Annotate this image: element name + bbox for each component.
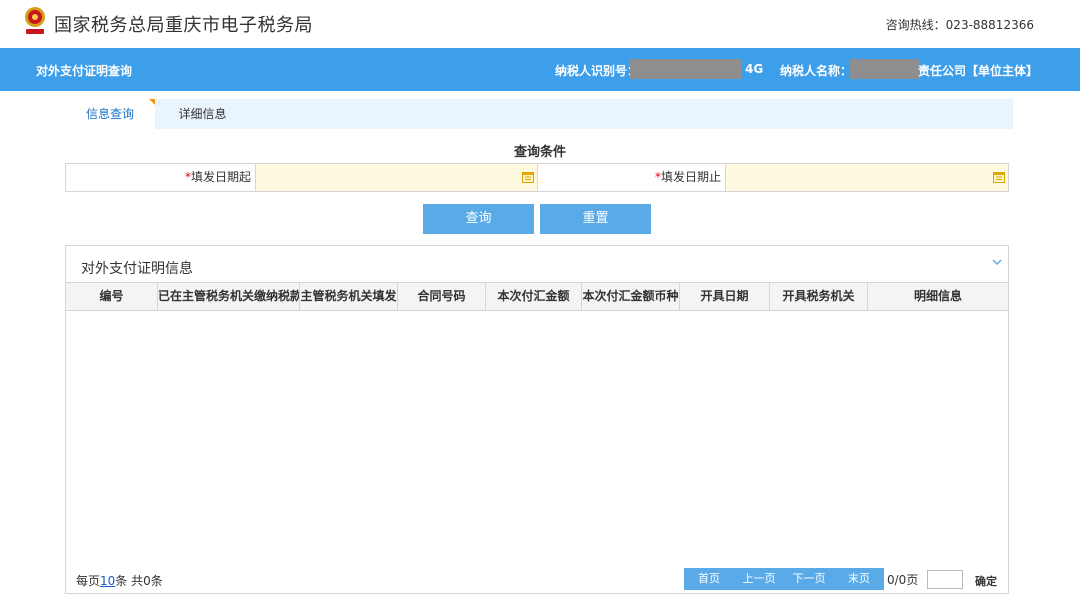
column-header: 开具税务机关 <box>770 283 868 310</box>
site-title: 国家税务总局重庆市电子税务局 <box>54 15 313 36</box>
info-bar: 对外支付证明查询 纳税人识别号： 4G 纳税人名称： 责任公司【单位主体】 <box>0 48 1080 91</box>
chevron-down-icon[interactable] <box>992 258 1002 266</box>
reset-button[interactable]: 重置 <box>540 204 651 234</box>
calendar-icon[interactable] <box>993 171 1005 183</box>
date-from-field <box>256 164 538 191</box>
redacted-taxpayer-id <box>630 59 742 79</box>
date-to-label: *填发日期止 <box>538 164 726 191</box>
page-count: 0/0页 <box>887 573 919 587</box>
page-name: 对外支付证明查询 <box>36 64 133 78</box>
total-count-text: 条 共0条 <box>115 574 163 588</box>
result-panel-title: 对外支付证明信息 <box>81 261 193 277</box>
first-page-button[interactable]: 首页 <box>684 568 734 590</box>
query-form: *填发日期起 *填发日期止 <box>65 163 1009 192</box>
column-header: 合同号码 <box>398 283 486 310</box>
goto-page-input[interactable] <box>927 570 963 589</box>
per-page-prefix: 每页 <box>76 574 101 588</box>
taxpayer-name-label: 纳税人名称： <box>780 64 853 78</box>
next-page-button[interactable]: 下一页 <box>784 568 834 590</box>
column-header: 本次付汇金额币种 <box>582 283 680 310</box>
hotline-text: 咨询热线：023-88812366 <box>885 18 1034 32</box>
taxpayer-name-suffix: 责任公司【单位主体】 <box>918 64 1039 78</box>
date-to-field <box>726 164 1008 191</box>
tab-details[interactable]: 详细信息 <box>155 99 250 129</box>
date-to-label-text: 填发日期止 <box>660 170 721 184</box>
result-panel: 对外支付证明信息 编号 已在主管税务机关缴纳税款 主管税务机关填发 合同号码 本… <box>65 245 1009 594</box>
column-header: 明细信息 <box>913 289 962 303</box>
tab-info-query[interactable]: 信息查询 <box>65 99 155 129</box>
table-header: 编号 已在主管税务机关缴纳税款 主管税务机关填发 合同号码 本次付汇金额 本次付… <box>66 282 1008 311</box>
column-header: 本次付汇金额 <box>486 283 582 310</box>
goto-confirm-button[interactable]: 确定 <box>975 573 997 589</box>
redacted-taxpayer-name <box>850 59 920 79</box>
prev-page-button[interactable]: 上一页 <box>734 568 784 590</box>
column-header: 开具日期 <box>680 283 770 310</box>
column-header: 已在主管税务机关缴纳税款 <box>158 283 300 310</box>
date-to-input[interactable] <box>726 164 1008 191</box>
calendar-icon[interactable] <box>522 171 534 183</box>
tab-strip: 信息查询 详细信息 <box>65 99 1013 129</box>
column-header: 编号 <box>66 283 158 310</box>
date-from-input[interactable] <box>256 164 537 191</box>
date-from-label-text: 填发日期起 <box>190 170 251 184</box>
date-from-label: *填发日期起 <box>66 164 256 191</box>
page-size-info: 每页10条 共0条 <box>76 572 163 589</box>
column-header: 主管税务机关填发 <box>300 283 398 310</box>
taxpayer-id-suffix: 4G <box>745 62 764 76</box>
tax-emblem-icon <box>25 7 45 34</box>
taxpayer-id-label: 纳税人识别号： <box>555 64 640 78</box>
last-page-button[interactable]: 末页 <box>834 568 884 590</box>
query-section-title: 查询条件 <box>513 145 566 160</box>
page-size-link[interactable]: 10 <box>100 574 115 588</box>
top-header: 国家税务总局重庆市电子税务局 咨询热线：023-88812366 <box>0 0 1080 48</box>
query-button[interactable]: 查询 <box>423 204 534 234</box>
